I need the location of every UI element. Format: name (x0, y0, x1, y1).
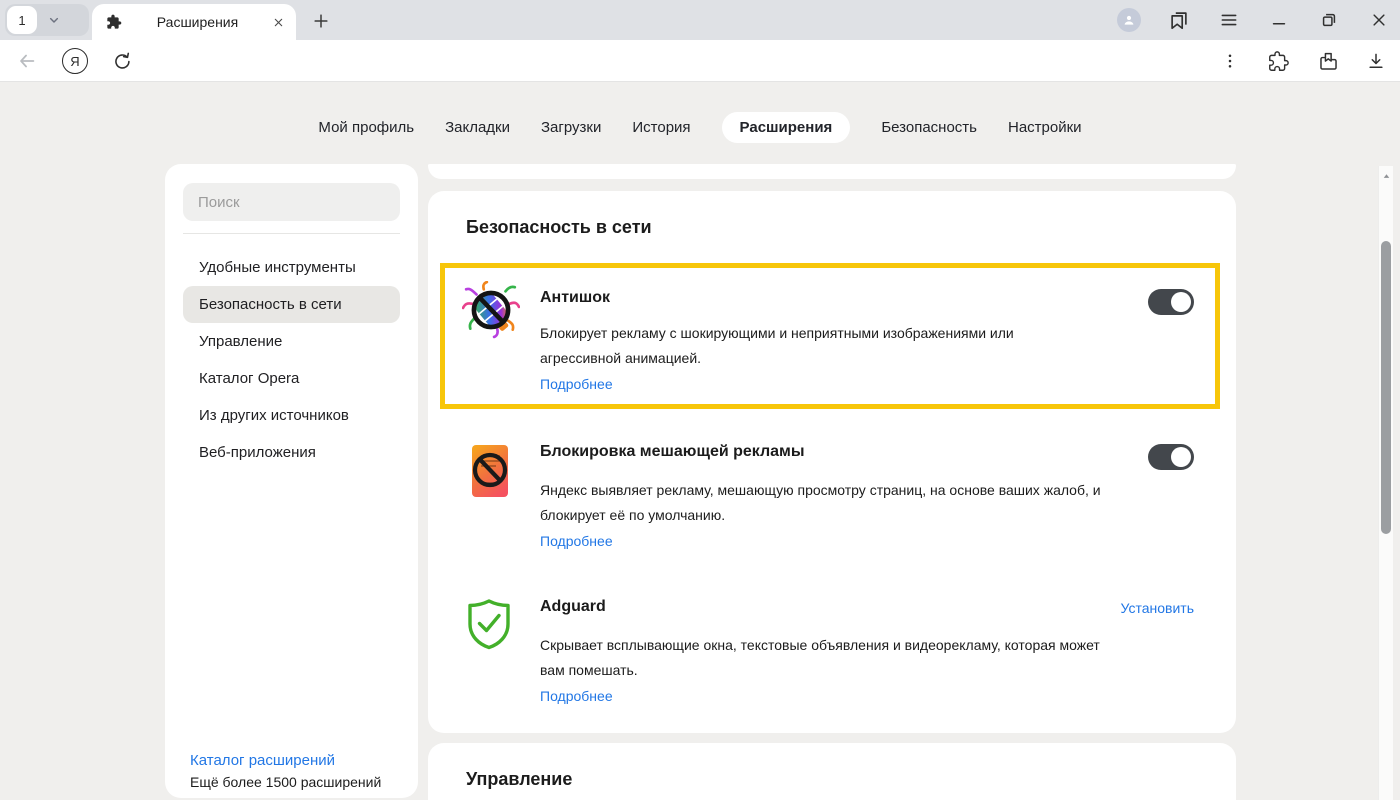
extension-name: Adguard (540, 596, 1202, 616)
browser-tab-extensions[interactable]: Расширения (92, 4, 296, 40)
menu-button[interactable] (1216, 7, 1242, 33)
web-security-card: Безопасность в сети (428, 191, 1236, 733)
nav-tab-profile[interactable]: Мой профиль (318, 112, 414, 143)
management-card: Управление (428, 743, 1236, 800)
sidebar-footer: Каталог расширений Ещё более 1500 расшир… (190, 749, 381, 793)
chevron-down-icon (46, 12, 62, 28)
extensions-button[interactable] (1263, 40, 1293, 82)
more-link[interactable]: Подробнее (540, 688, 613, 704)
blocked-ad-icon (469, 443, 511, 499)
settings-nav: Мой профиль Закладки Загрузки История Ра… (0, 112, 1400, 143)
extension-name: Антишок (540, 279, 1202, 307)
sidebar-item-web-apps[interactable]: Веб-приложения (183, 434, 400, 471)
sidebar-item-tools[interactable]: Удобные инструменты (183, 249, 400, 286)
sidebar-item-opera-catalog[interactable]: Каталог Opera (183, 360, 400, 397)
restore-button[interactable] (1316, 7, 1342, 33)
sidebar-item-web-security[interactable]: Безопасность в сети (183, 286, 400, 323)
yandex-logo-icon: Я (62, 48, 88, 74)
extension-row-adguard: Adguard Скрывает всплывающие окна, текст… (462, 596, 1202, 716)
more-link[interactable]: Подробнее (540, 376, 613, 392)
section-title: Безопасность в сети (428, 191, 1236, 238)
refresh-button[interactable] (107, 40, 137, 82)
extension-description: Блокирует рекламу с шокирующими и неприя… (540, 321, 1040, 371)
nav-tab-extensions[interactable]: Расширения (722, 112, 851, 143)
back-button[interactable] (12, 40, 42, 82)
next-section-title: Управление (428, 743, 1236, 790)
sidebar-item-management[interactable]: Управление (183, 323, 400, 360)
previous-card-bottom (428, 164, 1236, 179)
nav-tab-security[interactable]: Безопасность (881, 112, 977, 143)
scrollbar[interactable] (1378, 166, 1393, 800)
collections-button[interactable] (1313, 40, 1343, 82)
divider (183, 233, 400, 234)
extensions-catalog-link[interactable]: Каталог расширений (190, 749, 381, 772)
profile-avatar[interactable] (1116, 7, 1142, 33)
nav-tab-bookmarks[interactable]: Закладки (445, 112, 510, 143)
tab-group-control[interactable]: 1 (5, 4, 89, 36)
extension-description: Яндекс выявляет рекламу, мешающую просмо… (540, 478, 1118, 528)
tab-strip: 1 Расширения (0, 0, 1400, 40)
tab-title: Расширения (122, 14, 273, 30)
sidebar-list: Удобные инструменты Безопасность в сети … (183, 249, 400, 471)
scrollbar-thumb[interactable] (1381, 241, 1391, 534)
yandex-logo-button[interactable]: Я (60, 40, 90, 82)
toggle-knob (1171, 447, 1191, 467)
nav-tab-settings[interactable]: Настройки (1008, 112, 1082, 143)
minimize-button[interactable] (1266, 7, 1292, 33)
puzzle-icon (106, 14, 122, 30)
new-tab-button[interactable] (308, 8, 334, 34)
side-panels-button[interactable] (1166, 7, 1192, 33)
avatar-icon (1117, 8, 1141, 32)
tab-close-icon[interactable] (273, 17, 284, 28)
nav-tab-downloads[interactable]: Загрузки (541, 112, 601, 143)
close-window-button[interactable] (1366, 7, 1392, 33)
extensions-catalog-note: Ещё более 1500 расширений (190, 772, 381, 793)
search-input[interactable] (183, 183, 400, 221)
antishock-icon (462, 281, 520, 339)
tune-page: Мой профиль Закладки Загрузки История Ра… (0, 83, 1400, 800)
downloads-button[interactable] (1361, 40, 1391, 82)
browser-toolbar: Я Y browser://tune (0, 40, 1400, 82)
extension-name: Блокировка мешающей рекламы (540, 441, 1202, 461)
adblock-toggle[interactable] (1148, 444, 1194, 470)
extension-row-adblock: Блокировка мешающей рекламы Яндекс выявл… (462, 441, 1202, 571)
adguard-shield-icon (465, 598, 513, 650)
toggle-knob (1171, 292, 1191, 312)
extension-row-antishock: Антишок Блокирует рекламу с шокирующими … (462, 279, 1202, 401)
sidebar-item-other-sources[interactable]: Из других источников (183, 397, 400, 434)
tab-counter[interactable]: 1 (7, 6, 37, 34)
antishock-toggle[interactable] (1148, 289, 1194, 315)
extension-description: Скрывает всплывающие окна, текстовые объ… (540, 633, 1118, 683)
more-options-button[interactable] (1215, 40, 1245, 82)
extensions-sidebar: Удобные инструменты Безопасность в сети … (165, 164, 418, 798)
install-link[interactable]: Установить (1121, 600, 1194, 616)
nav-tab-history[interactable]: История (632, 112, 690, 143)
more-link[interactable]: Подробнее (540, 533, 613, 549)
scroll-up-icon[interactable] (1380, 169, 1393, 183)
